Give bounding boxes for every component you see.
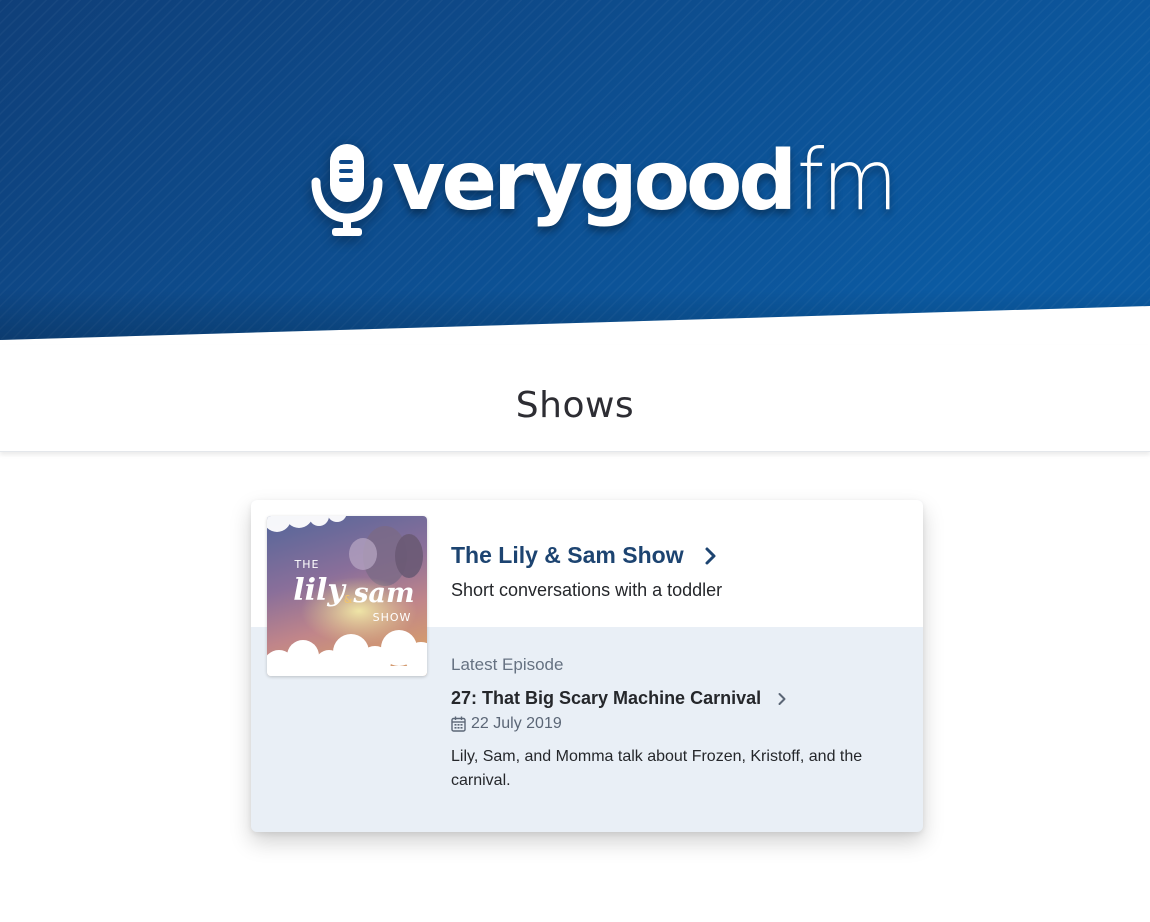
episode-description: Lily, Sam, and Momma talk about Frozen, … <box>451 748 863 789</box>
cover-art-image: THE lily & sam SHOW <box>267 516 427 676</box>
chevron-right-icon <box>778 692 786 705</box>
show-card: THE lily & sam SHOW The Lily & Sam Show … <box>251 500 923 832</box>
episode-title: 27: That Big Scary Machine Carnival <box>451 688 762 708</box>
latest-episode-label: Latest Episode <box>451 655 564 674</box>
show-cover-art[interactable]: THE lily & sam SHOW <box>267 516 427 676</box>
svg-text:&: & <box>344 593 353 606</box>
site-logo[interactable]: verygood fm <box>308 138 904 238</box>
show-description: Short conversations with a toddler <box>451 580 723 600</box>
svg-text:sam: sam <box>352 578 414 609</box>
calendar-icon <box>451 716 466 732</box>
show-title-link[interactable]: The Lily & Sam Show <box>451 542 718 569</box>
svg-text:THE: THE <box>294 558 320 571</box>
site-header: verygood fm <box>0 0 1150 345</box>
logo-text-light: fm <box>797 131 898 229</box>
episode-title-link[interactable]: 27: That Big Scary Machine Carnival <box>451 688 787 709</box>
page-title: Shows <box>515 385 635 426</box>
svg-text:lily: lily <box>293 573 347 608</box>
microphone-icon <box>311 144 383 236</box>
logo-text-bold: verygood <box>392 134 797 229</box>
episode-date-text: 22 July 2019 <box>471 715 562 732</box>
chevron-right-icon <box>705 547 716 564</box>
svg-text:SHOW: SHOW <box>373 611 412 624</box>
episode-date: 22 July 2019 <box>451 715 562 733</box>
show-title: The Lily & Sam Show <box>451 542 684 568</box>
